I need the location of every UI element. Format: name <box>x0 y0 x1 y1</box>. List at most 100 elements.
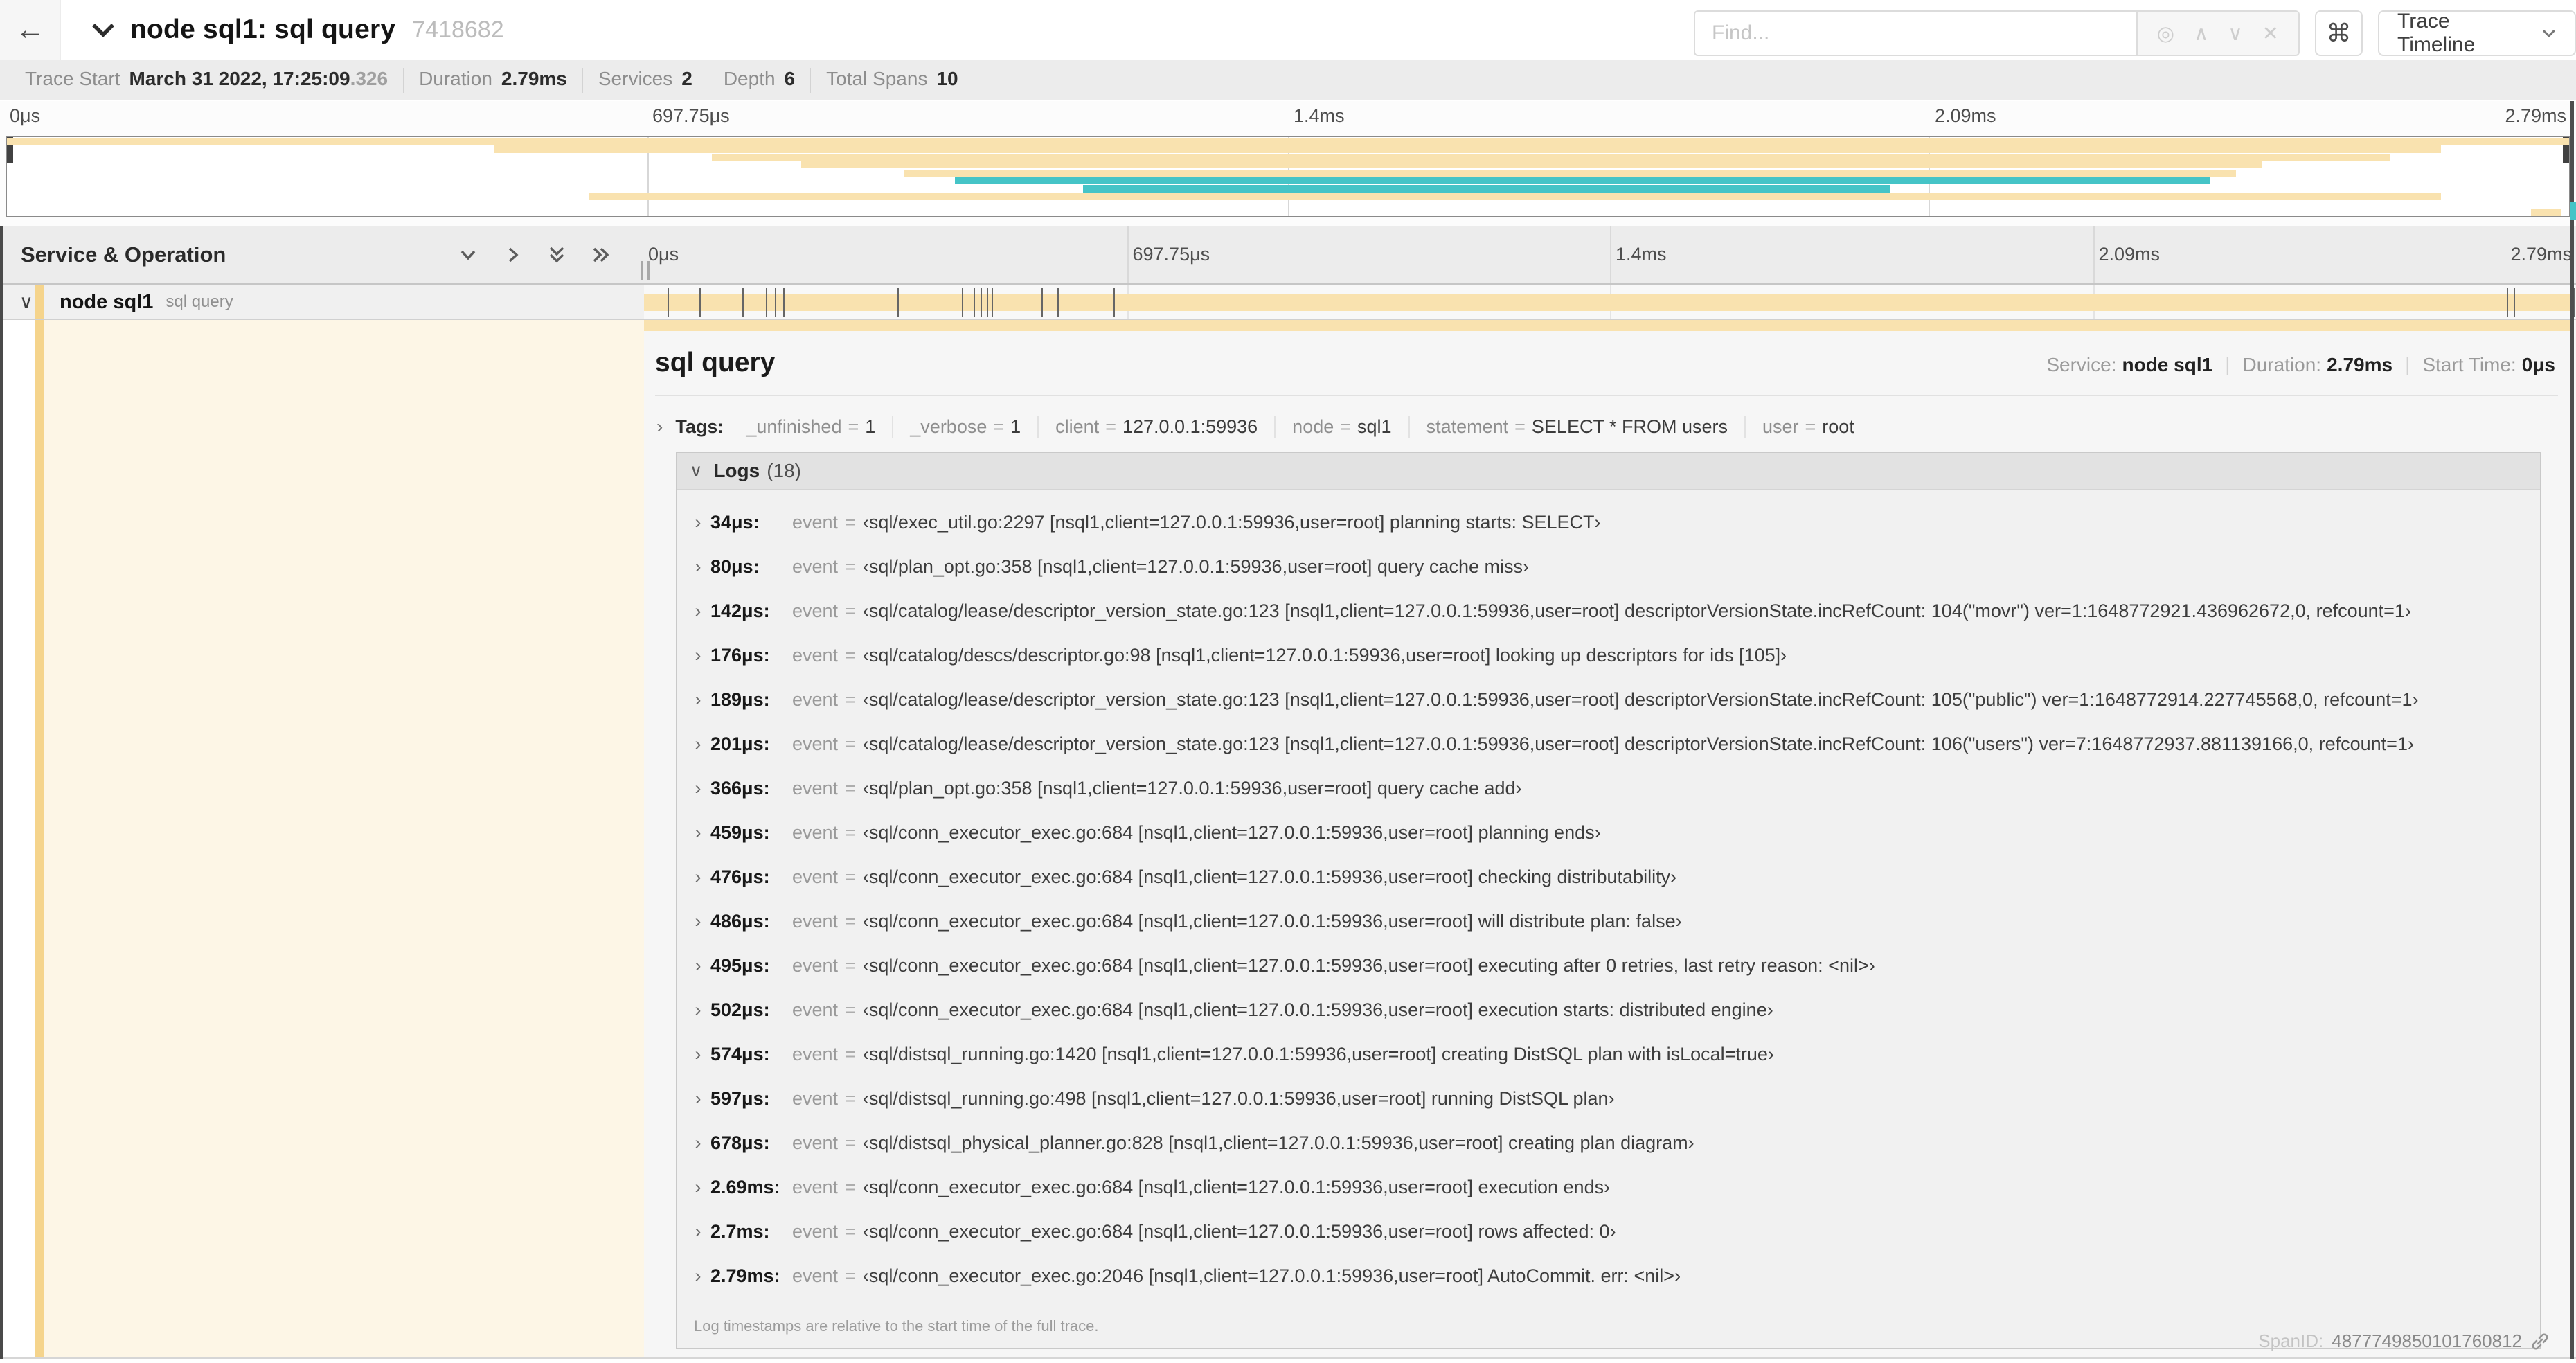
column-resize-grip[interactable] <box>641 261 650 280</box>
right-edge-teal-marker <box>2570 202 2576 220</box>
chevron-down-icon <box>2543 30 2556 38</box>
trace-view-selector[interactable]: Trace Timeline <box>2378 10 2576 56</box>
expand-one-icon[interactable] <box>501 244 524 266</box>
span-log-marker <box>962 288 963 317</box>
log-equals: = <box>845 821 856 843</box>
minimap-canvas[interactable] <box>6 136 2570 217</box>
keyboard-shortcuts-button[interactable]: ⌘ <box>2315 10 2363 56</box>
tag-value: sql1 <box>1357 416 1392 437</box>
trace-info-value: 2.79ms <box>501 67 567 89</box>
log-entry[interactable]: › 486μs: event = ‹sql/conn_executor_exec.go:… <box>686 899 2533 943</box>
prev-result-icon[interactable]: ∧ <box>2194 21 2208 46</box>
span-row-node-sql1[interactable]: ∨ node sql1 sql query <box>0 285 2576 320</box>
tag-equals: = <box>1514 416 1526 437</box>
log-expand-chevron-icon[interactable]: › <box>686 1221 710 1242</box>
timeline-minimap: 0μs 697.75μs 1.4ms 2.09ms 2.79ms <box>0 101 2576 226</box>
log-entry[interactable]: › 2.7ms: event = ‹sql/conn_executor_exec.go:… <box>686 1209 2533 1254</box>
log-timestamp: 486μs: <box>710 910 770 932</box>
log-field-name: event <box>792 1043 839 1064</box>
log-entry[interactable]: › 34μs: event = ‹sql/exec_util.go:2297 [nsql… <box>686 500 2533 544</box>
log-entry[interactable]: › 597μs: event = ‹sql/distsql_running.go:498… <box>686 1076 2533 1121</box>
span-log-marker <box>783 288 785 317</box>
log-expand-chevron-icon[interactable]: › <box>686 822 710 844</box>
collapse-trace-chevron-icon[interactable] <box>90 21 116 38</box>
log-equals: = <box>845 954 856 976</box>
collapse-one-icon[interactable] <box>457 244 479 266</box>
trace-info-label: Services <box>598 67 673 89</box>
log-entry[interactable]: › 2.79ms: event = ‹sql/conn_executor_exec.go… <box>686 1254 2533 1298</box>
log-expand-chevron-icon[interactable]: › <box>686 999 710 1021</box>
log-equals: = <box>845 600 856 621</box>
span-duration-bar <box>644 294 2570 311</box>
log-entry[interactable]: › 502μs: event = ‹sql/conn_executor_exec.go:… <box>686 988 2533 1032</box>
locate-span-icon[interactable]: ◎ <box>2157 21 2174 46</box>
log-expand-chevron-icon[interactable]: › <box>686 1088 710 1110</box>
tag-key: _verbose <box>910 416 987 437</box>
span-row-name-cell: ∨ node sql1 sql query <box>0 285 644 320</box>
service-operation-title: Service & Operation <box>21 242 226 267</box>
log-expand-chevron-icon[interactable]: › <box>686 689 710 711</box>
log-value: ‹sql/plan_opt.go:358 [nsql1,client=127.0… <box>862 777 1522 799</box>
expand-all-icon[interactable] <box>590 244 612 266</box>
log-entry[interactable]: › 574μs: event = ‹sql/distsql_running.go:142… <box>686 1032 2533 1076</box>
log-expand-chevron-icon[interactable]: › <box>686 512 710 533</box>
log-expand-chevron-icon[interactable]: › <box>686 600 710 622</box>
log-expand-chevron-icon[interactable]: › <box>686 733 710 755</box>
logs-block: ∨ Logs (18) › 34μs: event = ‹sql/exec_util.g… <box>676 452 2541 1349</box>
log-expand-chevron-icon[interactable]: › <box>686 645 710 666</box>
trace-info-item: Total Spans 10 <box>811 68 973 93</box>
back-button[interactable]: ← <box>0 0 61 60</box>
timeline-tick-label: 0μs <box>10 105 41 126</box>
log-expand-chevron-icon[interactable]: › <box>686 778 710 799</box>
log-entry[interactable]: › 678μs: event = ‹sql/distsql_physical_plann… <box>686 1121 2533 1165</box>
tag-value: root <box>1822 416 1854 437</box>
log-expand-chevron-icon[interactable]: › <box>686 911 710 932</box>
log-expand-chevron-icon[interactable]: › <box>686 556 710 578</box>
left-edge-border <box>0 226 3 1359</box>
log-field-name: event <box>792 1176 839 1197</box>
log-entry[interactable]: › 2.69ms: event = ‹sql/conn_executor_exec.go… <box>686 1165 2533 1209</box>
copy-link-icon[interactable] <box>2530 1332 2550 1351</box>
span-log-marker <box>775 288 776 317</box>
span-log-marker <box>1113 288 1115 317</box>
log-expand-chevron-icon[interactable]: › <box>686 955 710 977</box>
log-value: ‹sql/conn_executor_exec.go:684 [nsql1,cl… <box>862 954 1875 976</box>
minimap-span-bar <box>588 193 2441 200</box>
log-entry[interactable]: › 495μs: event = ‹sql/conn_executor_exec.go:… <box>686 943 2533 988</box>
log-timestamp: 574μs: <box>710 1043 770 1064</box>
row-collapse-controls <box>457 244 612 266</box>
log-value: ‹sql/conn_executor_exec.go:684 [nsql1,cl… <box>862 821 1601 843</box>
log-entry[interactable]: › 459μs: event = ‹sql/conn_executor_exec.go:… <box>686 810 2533 855</box>
log-entry[interactable]: › 80μs: event = ‹sql/plan_opt.go:358 [nsql1,… <box>686 544 2533 589</box>
log-entry[interactable]: › 476μs: event = ‹sql/conn_executor_exec.go:… <box>686 855 2533 899</box>
collapse-all-icon[interactable] <box>546 244 568 266</box>
trace-info-label: Total Spans <box>826 67 928 89</box>
log-entry[interactable]: › 142μs: event = ‹sql/catalog/lease/descript… <box>686 589 2533 633</box>
tags-expand-chevron-icon[interactable]: › <box>656 416 663 438</box>
detail-divider <box>655 395 2558 396</box>
span-log-marker <box>2514 288 2515 317</box>
log-expand-chevron-icon[interactable]: › <box>686 1265 710 1287</box>
log-expand-chevron-icon[interactable]: › <box>686 866 710 888</box>
log-expand-chevron-icon[interactable]: › <box>686 1044 710 1065</box>
log-expand-chevron-icon[interactable]: › <box>686 1132 710 1154</box>
minimap-span-bar <box>1083 185 1890 193</box>
log-entry[interactable]: › 366μs: event = ‹sql/plan_opt.go:358 [nsql1… <box>686 766 2533 810</box>
find-input[interactable] <box>1694 10 2136 56</box>
log-timestamp: 678μs: <box>710 1132 770 1153</box>
log-entry[interactable]: › 189μs: event = ‹sql/catalog/lease/descript… <box>686 677 2533 722</box>
timeline-tick-label: 1.4ms <box>1294 105 1345 126</box>
span-log-marker <box>667 288 669 317</box>
span-row-timeline-cell[interactable] <box>644 285 2576 320</box>
log-entry[interactable]: › 176μs: event = ‹sql/catalog/descs/descript… <box>686 633 2533 677</box>
log-expand-chevron-icon[interactable]: › <box>686 1177 710 1198</box>
logs-header[interactable]: ∨ Logs (18) <box>677 453 2540 490</box>
tag-key: node <box>1292 416 1334 437</box>
next-result-icon[interactable]: ∨ <box>2228 21 2242 46</box>
log-value: ‹sql/conn_executor_exec.go:684 [nsql1,cl… <box>862 999 1773 1020</box>
log-entry[interactable]: › 201μs: event = ‹sql/catalog/lease/descript… <box>686 722 2533 766</box>
log-timestamp: 2.7ms: <box>710 1220 770 1242</box>
span-collapse-chevron-icon[interactable]: ∨ <box>19 292 33 313</box>
trace-info-value: 10 <box>936 67 958 89</box>
clear-search-icon[interactable]: ✕ <box>2262 21 2279 46</box>
